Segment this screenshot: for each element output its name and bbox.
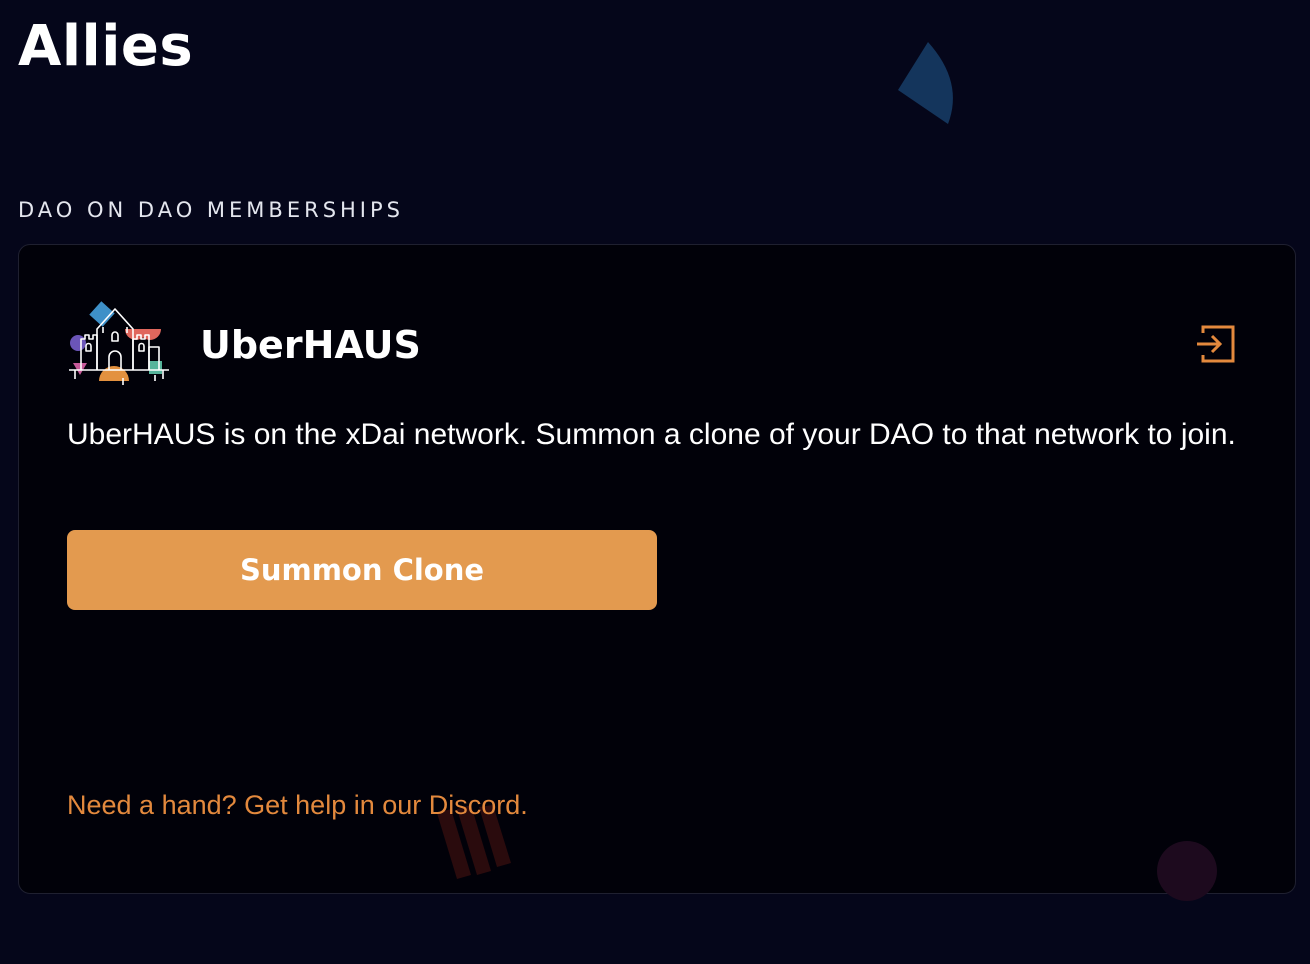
ally-header: UberHAUS [67,299,1247,391]
section-heading: DAO ON DAO MEMBERSHIPS [18,198,404,222]
ally-card: UberHAUS UberHAUS is on the xDai network… [18,244,1296,894]
uberhaus-castle-logo [69,301,169,385]
allies-page: Allies DAO ON DAO MEMBERSHIPS UberHAUS U… [0,0,1310,964]
summon-clone-button[interactable]: Summon Clone [67,530,657,610]
enter-arrow-icon[interactable] [1197,323,1239,365]
discord-help-link[interactable]: Need a hand? Get help in our Discord. [67,787,528,823]
page-title: Allies [18,14,194,79]
ally-description: UberHAUS is on the xDai network. Summon … [67,418,1236,451]
dao-name: UberHAUS [200,323,421,367]
background-wedge-shape [898,42,953,124]
